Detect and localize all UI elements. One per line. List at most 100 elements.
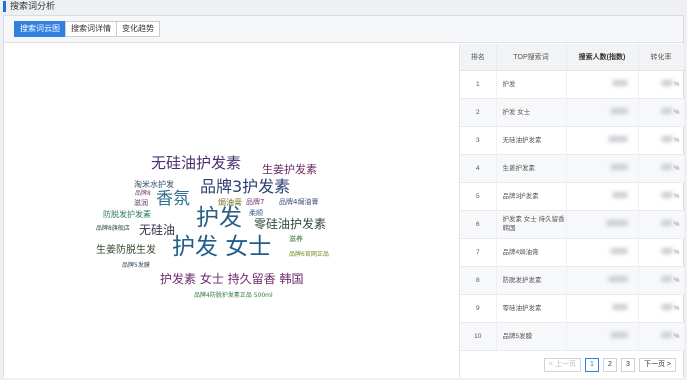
header-conversion-rate[interactable]: 转化率	[638, 44, 685, 71]
conversion-rate-cell-redacted: %	[638, 322, 685, 351]
table-row: 1 护发%	[460, 70, 685, 99]
cloud-word[interactable]: 香氛	[156, 191, 190, 208]
cloud-word[interactable]: 柔顺	[249, 210, 263, 217]
page-title: 搜索词分析	[10, 1, 56, 11]
page-button-2[interactable]: 2	[602, 358, 617, 372]
cloud-word[interactable]: 滋养	[289, 236, 303, 243]
cloud-word[interactable]: 品牌5发膜	[122, 263, 150, 269]
keyword-cell: 零硅油护发素	[496, 294, 567, 323]
tab-toolbar: 搜索词云图 搜索词详情 变化趋势	[4, 16, 683, 43]
table-row: 3 无硅油护发素%	[460, 126, 685, 155]
rank-cell: 5	[460, 182, 497, 211]
pagination: < 上一页 1 2 3 下一页 >	[460, 352, 684, 378]
cloud-word[interactable]: 品牌7	[246, 199, 264, 206]
tab-group: 搜索词云图 搜索词详情 变化趋势	[14, 21, 160, 37]
search-users-cell-redacted	[566, 98, 639, 127]
tab-trend[interactable]: 变化趋势	[116, 21, 160, 37]
search-users-cell-redacted	[566, 322, 639, 351]
rank-cell: 10	[460, 322, 497, 351]
cloud-word[interactable]: 无硅油	[139, 224, 175, 236]
keyword-cell: 护发 女士	[496, 98, 567, 127]
percent-sign: %	[674, 278, 680, 284]
cloud-word[interactable]: 护发	[196, 207, 242, 230]
keyword-cell: 防脱发护发素	[496, 266, 567, 295]
conversion-rate-cell-redacted: %	[638, 210, 685, 239]
header-rank: 排名	[460, 44, 497, 71]
table-row: 4 生姜护发素%	[460, 154, 685, 183]
analysis-panel: 搜索词云图 搜索词详情 变化趋势 无硅油护发素 生姜护发素 淘米水护发 品牌3护发素品…	[3, 15, 685, 378]
percent-sign: %	[674, 194, 680, 200]
page-button-3[interactable]: 3	[620, 358, 635, 372]
tab-keyword-details[interactable]: 搜索词详情	[65, 21, 117, 37]
next-page-button[interactable]: 下一页 >	[638, 358, 676, 372]
cloud-word[interactable]: 零硅油护发素	[254, 218, 326, 230]
table-row: 8 防脱发护发素%	[460, 266, 685, 295]
title-accent-bar	[3, 1, 6, 12]
conversion-rate-cell-redacted: %	[638, 70, 685, 99]
conversion-rate-cell-redacted: %	[638, 182, 685, 211]
search-users-cell-redacted	[566, 70, 639, 99]
conversion-rate-cell-redacted: %	[638, 154, 685, 183]
cloud-word[interactable]: 品牌4焗油膏	[279, 199, 318, 206]
cloud-word[interactable]: 品牌8旗舰店	[96, 226, 130, 232]
keyword-cell: 护发	[496, 70, 567, 99]
conversion-rate-cell-redacted: %	[638, 98, 685, 127]
search-users-cell-redacted	[566, 154, 639, 183]
percent-sign: %	[674, 82, 680, 88]
cloud-word[interactable]: 生姜护发素	[262, 164, 317, 175]
rank-cell: 3	[460, 126, 497, 155]
rank-cell: 9	[460, 294, 497, 323]
percent-sign: %	[674, 138, 680, 144]
search-users-cell-redacted	[566, 210, 639, 239]
rank-cell: 4	[460, 154, 497, 183]
page-button-1[interactable]: 1	[584, 358, 599, 372]
cloud-word[interactable]: 品牌4防脱护发素正品 500ml	[194, 293, 273, 299]
cloud-word[interactable]: 无硅油护发素	[151, 156, 241, 171]
search-users-cell-redacted	[566, 126, 639, 155]
rank-cell: 8	[460, 266, 497, 295]
table-row: 6 护发素 女士 持久留香 韩国%	[460, 210, 685, 239]
table-row: 9 零硅油护发素%	[460, 294, 685, 323]
cloud-word[interactable]: 防脱发护发素	[103, 211, 151, 219]
table-header-row: 排名 TOP搜索词 搜索人数(指数) 转化率	[460, 44, 685, 71]
keyword-cell: 品牌3护发素	[496, 182, 567, 211]
keyword-cell: 护发素 女士 持久留香 韩国	[496, 210, 567, 239]
tab-word-cloud[interactable]: 搜索词云图	[14, 21, 66, 37]
rank-cell: 2	[460, 98, 497, 127]
cloud-word[interactable]: 品牌6官网正品	[289, 252, 329, 258]
conversion-rate-cell-redacted: %	[638, 126, 685, 155]
page-header: 搜索词分析	[0, 0, 687, 14]
top-keywords-table: 排名 TOP搜索词 搜索人数(指数) 转化率 1 护发% 2 护发 女士% 3 无硅油护发…	[459, 44, 685, 378]
percent-sign: %	[674, 166, 680, 172]
prev-page-button[interactable]: < 上一页	[543, 358, 581, 372]
table-row: 5 品牌3护发素%	[460, 182, 685, 211]
rank-cell: 7	[460, 238, 497, 267]
rank-cell: 6	[460, 210, 497, 239]
cloud-word[interactable]: 滋润	[134, 200, 148, 207]
percent-sign: %	[674, 334, 680, 340]
percent-sign: %	[674, 306, 680, 312]
percent-sign: %	[674, 222, 680, 228]
table-row: 2 护发 女士%	[460, 98, 685, 127]
search-users-cell-redacted	[566, 238, 639, 267]
percent-sign: %	[674, 250, 680, 256]
percent-sign: %	[674, 110, 680, 116]
header-keyword: TOP搜索词	[496, 44, 567, 71]
keyword-cell: 无硅油护发素	[496, 126, 567, 155]
word-cloud: 无硅油护发素 生姜护发素 淘米水护发 品牌3护发素 品牌8 香氛 焗油膏 品牌7 品牌4焗油膏滋…	[4, 44, 459, 378]
cloud-word[interactable]: 品牌8	[135, 191, 151, 197]
cloud-word[interactable]: 淘米水护发	[134, 181, 174, 189]
cloud-word[interactable]: 品牌3护发素	[200, 179, 290, 195]
header-search-users[interactable]: 搜索人数(指数)	[566, 44, 639, 71]
cloud-word[interactable]: 生姜防脱生发	[96, 246, 156, 256]
keyword-cell: 品牌5发膜	[496, 322, 567, 351]
rank-cell: 1	[460, 70, 497, 99]
cloud-word[interactable]: 护发素 女士 持久留香 韩国	[160, 273, 303, 285]
search-users-cell-redacted	[566, 182, 639, 211]
search-users-cell-redacted	[566, 266, 639, 295]
conversion-rate-cell-redacted: %	[638, 294, 685, 323]
table-row: 10 品牌5发膜%	[460, 322, 685, 351]
cloud-word[interactable]: 护发 女士	[172, 236, 271, 259]
keyword-cell: 品牌4焗油膏	[496, 238, 567, 267]
keyword-cell: 生姜护发素	[496, 154, 567, 183]
